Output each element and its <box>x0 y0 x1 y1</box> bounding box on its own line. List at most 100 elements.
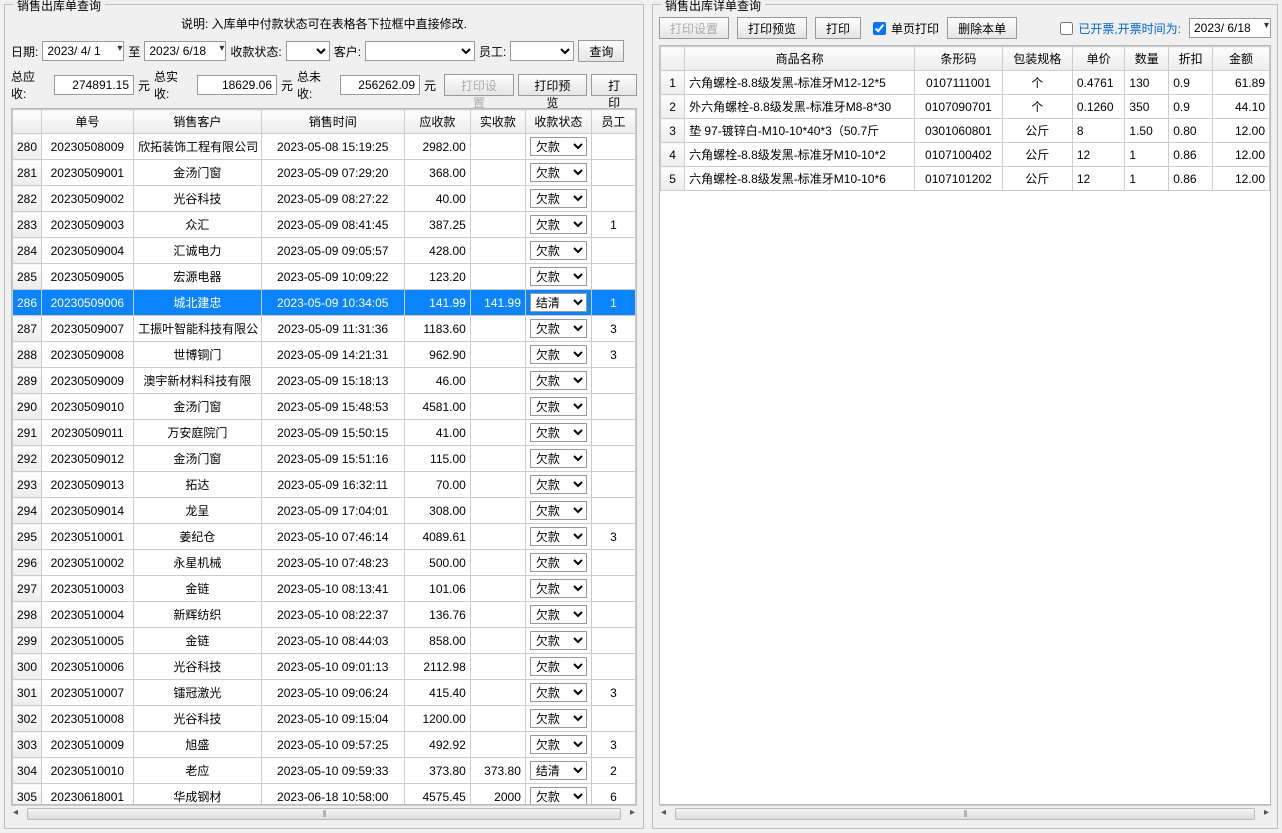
order-row[interactable]: 28720230509007工振叶智能科技有限公2023-05-09 11:31… <box>13 316 636 342</box>
order-status-select[interactable]: 欠款 <box>530 319 587 338</box>
orders-col-1[interactable]: 单号 <box>41 110 133 134</box>
orders-col-7[interactable]: 员工 <box>591 110 635 134</box>
order-status-select[interactable]: 欠款 <box>530 787 587 805</box>
order-row[interactable]: 29020230509010金汤门窗2023-05-09 15:48:53458… <box>13 394 636 420</box>
detail-row[interactable]: 5六角螺栓-8.8级发黑-标准牙M10-10*60107101202公斤1210… <box>661 167 1270 191</box>
orders-col-3[interactable]: 销售时间 <box>261 110 404 134</box>
detail-col-4[interactable]: 单价 <box>1072 47 1125 71</box>
order-no: 20230510008 <box>41 706 133 732</box>
order-status-select[interactable]: 欠款 <box>530 631 587 650</box>
order-customer: 万安庭院门 <box>134 420 262 446</box>
detail-col-0[interactable] <box>661 47 685 71</box>
order-row[interactable]: 29520230510001姜纪仓2023-05-10 07:46:144089… <box>13 524 636 550</box>
single-page-checkbox[interactable] <box>873 22 886 35</box>
order-row[interactable]: 28820230509008世博铜门2023-05-09 14:21:31962… <box>13 342 636 368</box>
order-row[interactable]: 29720230510003金链2023-05-10 08:13:41101.0… <box>13 576 636 602</box>
order-status-select[interactable]: 欠款 <box>530 605 587 624</box>
order-row[interactable]: 30320230510009旭盛2023-05-10 09:57:25492.9… <box>13 732 636 758</box>
detail-row[interactable]: 2外六角螺栓-8.8级发黑-标准牙M8-8*300107090701个0.126… <box>661 95 1270 119</box>
order-status-select[interactable]: 欠款 <box>530 267 587 286</box>
order-status-select[interactable]: 欠款 <box>530 215 587 234</box>
orders-col-2[interactable]: 销售客户 <box>134 110 262 134</box>
order-status-select[interactable]: 欠款 <box>530 527 587 546</box>
detail-col-3[interactable]: 包装规格 <box>1002 47 1072 71</box>
total-received-value[interactable] <box>197 75 277 95</box>
order-row[interactable]: 28420230509004汇诚电力2023-05-09 09:05:57428… <box>13 238 636 264</box>
order-status-select[interactable]: 欠款 <box>530 371 587 390</box>
order-status-select[interactable]: 欠款 <box>530 475 587 494</box>
date-from-input[interactable] <box>42 41 124 61</box>
staff-select[interactable] <box>510 41 574 61</box>
detail-row[interactable]: 3垫 97-镀锌白-M10-10*40*3（50.7斤0301060801公斤8… <box>661 119 1270 143</box>
order-row[interactable]: 29120230509011万安庭院门2023-05-09 15:50:1541… <box>13 420 636 446</box>
customer-select[interactable] <box>365 41 475 61</box>
orders-col-0[interactable] <box>13 110 42 134</box>
order-status-select[interactable]: 欠款 <box>530 657 587 676</box>
order-status-select[interactable]: 欠款 <box>530 683 587 702</box>
order-status-select[interactable]: 欠款 <box>530 709 587 728</box>
details-table-wrap[interactable]: 商品名称条形码包装规格单价数量折扣金额 1六角螺栓-8.8级发黑-标准牙M12-… <box>659 45 1271 805</box>
detail-print-preview-button[interactable]: 打印预览 <box>737 17 807 39</box>
query-button[interactable]: 查询 <box>578 40 624 62</box>
order-row[interactable]: 28620230509006城北建忠2023-05-09 10:34:05141… <box>13 290 636 316</box>
order-row[interactable]: 30220230510008光谷科技2023-05-10 09:15:04120… <box>13 706 636 732</box>
invoiced-checkbox[interactable] <box>1060 22 1073 35</box>
order-status-select[interactable]: 结清 <box>530 761 587 780</box>
detail-col-6[interactable]: 折扣 <box>1169 47 1213 71</box>
order-status-select[interactable]: 欠款 <box>530 423 587 442</box>
order-row[interactable]: 30120230510007镭冠激光2023-05-10 09:06:24415… <box>13 680 636 706</box>
orders-table-wrap[interactable]: 单号销售客户销售时间应收款实收款收款状态员工 28020230508009欣拓装… <box>11 108 637 805</box>
order-row[interactable]: 30020230510006光谷科技2023-05-10 09:01:13211… <box>13 654 636 680</box>
print-preview-button[interactable]: 打印预览 <box>518 74 588 96</box>
orders-col-5[interactable]: 实收款 <box>470 110 525 134</box>
order-row[interactable]: 28220230509002光谷科技2023-05-09 08:27:2240.… <box>13 186 636 212</box>
print-button[interactable]: 打印 <box>591 74 637 96</box>
order-row[interactable]: 29820230510004新辉纺织2023-05-10 08:22:37136… <box>13 602 636 628</box>
order-status-select[interactable]: 欠款 <box>530 345 587 364</box>
detail-print-button[interactable]: 打印 <box>815 17 861 39</box>
date-to-input[interactable] <box>144 41 226 61</box>
order-row[interactable]: 29220230509012金汤门窗2023-05-09 15:51:16115… <box>13 446 636 472</box>
order-row[interactable]: 30520230618001华成钢材2023-06-18 10:58:00457… <box>13 784 636 806</box>
detail-col-7[interactable]: 金额 <box>1213 47 1270 71</box>
detail-col-5[interactable]: 数量 <box>1125 47 1169 71</box>
order-status-select[interactable]: 欠款 <box>530 579 587 598</box>
order-row[interactable]: 29620230510002永星机械2023-05-10 07:48:23500… <box>13 550 636 576</box>
orders-col-4[interactable]: 应收款 <box>404 110 470 134</box>
detail-row[interactable]: 4六角螺栓-8.8级发黑-标准牙M10-10*20107100402公斤1210… <box>661 143 1270 167</box>
total-receivable-value[interactable] <box>54 75 134 95</box>
order-row[interactable]: 29920230510005金链2023-05-10 08:44:03858.0… <box>13 628 636 654</box>
delete-order-button[interactable]: 删除本单 <box>947 17 1017 39</box>
detail-row[interactable]: 1六角螺栓-8.8级发黑-标准牙M12-12*50107111001个0.476… <box>661 71 1270 95</box>
order-row[interactable]: 30420230510010老应2023-05-10 09:59:33373.8… <box>13 758 636 784</box>
order-status-select[interactable]: 欠款 <box>530 735 587 754</box>
order-row[interactable]: 29420230509014龙呈2023-05-09 17:04:01308.0… <box>13 498 636 524</box>
order-row[interactable]: 28120230509001金汤门窗2023-05-09 07:29:20368… <box>13 160 636 186</box>
total-unreceived-value[interactable] <box>340 75 420 95</box>
invoiced-checkbox-wrap[interactable]: 已开票,开票时间为: <box>1056 19 1181 38</box>
invoice-date-input[interactable] <box>1189 18 1271 38</box>
order-row[interactable]: 28320230509003众汇2023-05-09 08:41:45387.2… <box>13 212 636 238</box>
order-row[interactable]: 29320230509013拓达2023-05-09 16:32:1170.00… <box>13 472 636 498</box>
single-page-checkbox-wrap[interactable]: 单页打印 <box>869 19 939 38</box>
order-status-select[interactable]: 欠款 <box>530 449 587 468</box>
order-status-select[interactable]: 欠款 <box>530 501 587 520</box>
order-status-select[interactable]: 欠款 <box>530 553 587 572</box>
right-horizontal-scrollbar[interactable] <box>659 805 1271 822</box>
order-row[interactable]: 28920230509009澳宇新材料科技有限2023-05-09 15:18:… <box>13 368 636 394</box>
order-status-select[interactable]: 欠款 <box>530 397 587 416</box>
orders-col-6[interactable]: 收款状态 <box>525 110 591 134</box>
order-row[interactable]: 28020230508009欣拓装饰工程有限公司2023-05-08 15:19… <box>13 134 636 160</box>
order-due: 428.00 <box>404 238 470 264</box>
detail-col-2[interactable]: 条形码 <box>915 47 1003 71</box>
left-horizontal-scrollbar[interactable] <box>11 805 637 822</box>
order-status-select[interactable]: 欠款 <box>530 189 587 208</box>
order-status-select[interactable]: 欠款 <box>530 137 587 156</box>
order-status-select[interactable]: 欠款 <box>530 163 587 182</box>
order-status-select[interactable]: 结清 <box>530 293 587 312</box>
detail-col-1[interactable]: 商品名称 <box>685 47 915 71</box>
order-status-select[interactable]: 欠款 <box>530 241 587 260</box>
order-row[interactable]: 28520230509005宏源电器2023-05-09 10:09:22123… <box>13 264 636 290</box>
status-select[interactable] <box>286 41 330 61</box>
order-status-cell: 欠款 <box>525 420 591 446</box>
